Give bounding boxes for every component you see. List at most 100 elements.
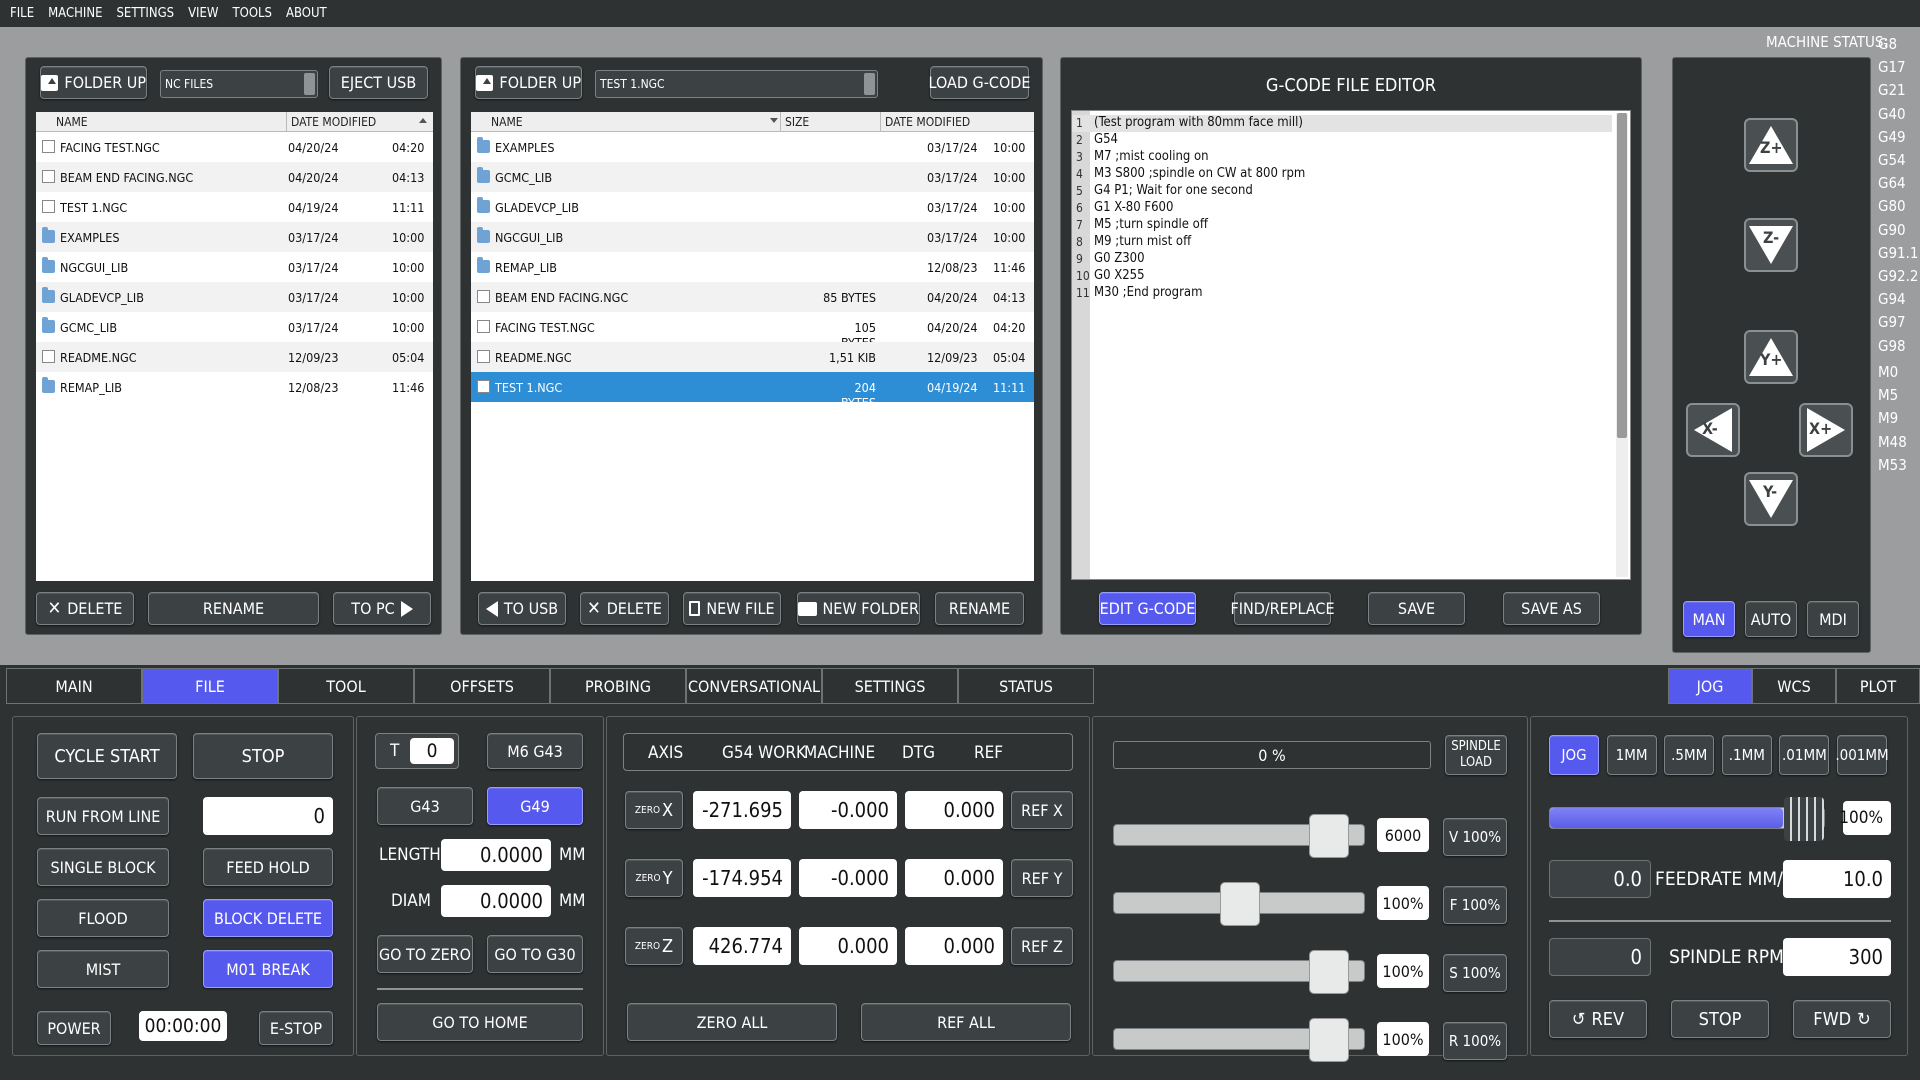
tab-status[interactable]: STATUS — [958, 668, 1094, 704]
jog-step-5-button[interactable]: .001MM — [1835, 735, 1889, 775]
file-row[interactable]: EXAMPLES 03/17/24 10:00 — [471, 132, 1034, 162]
cycle-start-button[interactable]: CYCLE START — [37, 733, 177, 779]
ref-z-button[interactable]: REF Z — [1011, 927, 1073, 965]
m6-g43-button[interactable]: M6 G43 — [487, 733, 583, 769]
right-file-list[interactable]: NAME SIZE DATE MODIFIED EXAMPLES 03/17/24… — [471, 112, 1034, 581]
zero-x-button[interactable]: ZERO X — [625, 791, 683, 829]
file-row[interactable]: GLADEVCP_LIB 03/17/24 10:00 — [36, 282, 433, 312]
save-button[interactable]: SAVE — [1368, 592, 1465, 625]
tab-probing[interactable]: PROBING — [550, 668, 686, 704]
jog-x-minus-button[interactable]: X- — [1686, 403, 1740, 457]
jog-step-3-button[interactable]: .1MM — [1721, 735, 1772, 775]
single-block-button[interactable]: SINGLE BLOCK — [37, 848, 169, 886]
zero-all-button[interactable]: ZERO ALL — [627, 1003, 837, 1041]
zero-z-button[interactable]: ZERO Z — [625, 927, 683, 965]
zero-y-button[interactable]: ZERO Y — [625, 859, 683, 897]
directory-dropdown[interactable]: NC FILES — [160, 70, 318, 98]
file-row[interactable]: README.NGC 1,51 KIB 12/09/23 05:04 — [471, 342, 1034, 372]
scrollbar[interactable] — [1616, 113, 1628, 577]
file-row[interactable]: README.NGC 12/09/23 05:04 — [36, 342, 433, 372]
file-row[interactable]: TEST 1.NGC 04/19/24 11:11 — [36, 192, 433, 222]
run-from-line-button[interactable]: RUN FROM LINE — [37, 797, 169, 835]
header-name[interactable]: NAME — [56, 115, 88, 129]
feedrate-input[interactable]: 10.0 — [1783, 860, 1891, 898]
folder-up-button-2[interactable]: FOLDER UP — [475, 66, 582, 99]
menu-settings[interactable]: SETTINGS — [117, 6, 175, 21]
jog-z-minus-button[interactable]: Z- — [1744, 218, 1798, 272]
menu-view[interactable]: VIEW — [188, 6, 218, 21]
file-row[interactable]: EXAMPLES 03/17/24 10:00 — [36, 222, 433, 252]
velocity-override-slider[interactable] — [1113, 814, 1365, 858]
to-usb-button[interactable]: TO USB — [478, 592, 566, 625]
spindle-rpm-input[interactable]: 300 — [1783, 938, 1891, 976]
file-row[interactable]: NGCGUI_LIB 03/17/24 10:00 — [471, 222, 1034, 252]
g49-button[interactable]: G49 — [487, 787, 583, 825]
tab-settings[interactable]: SETTINGS — [822, 668, 958, 704]
menu-file[interactable]: FILE — [10, 6, 34, 21]
tool-number-input[interactable]: 0 — [410, 738, 454, 764]
find-replace-button[interactable]: FIND/REPLACE — [1230, 592, 1335, 625]
to-pc-button[interactable]: TO PC — [333, 592, 431, 625]
tab-file[interactable]: FILE — [142, 668, 278, 704]
jog-step-4-button[interactable]: .01MM — [1779, 735, 1830, 775]
edit-gcode-button[interactable]: EDIT G-CODE — [1099, 592, 1196, 625]
mist-button[interactable]: MIST — [37, 950, 169, 988]
spindle-stop-button[interactable]: STOP — [1671, 1000, 1769, 1038]
file-row[interactable]: GCMC_LIB 03/17/24 10:00 — [471, 162, 1034, 192]
menu-tools[interactable]: TOOLS — [232, 6, 272, 21]
delete-button-2[interactable]: ✕ DELETE — [580, 592, 669, 625]
block-delete-button[interactable]: BLOCK DELETE — [203, 899, 333, 937]
spindle-override-slider[interactable] — [1113, 950, 1365, 994]
eject-usb-button[interactable]: EJECT USB — [329, 66, 428, 99]
file-row[interactable]: FACING TEST.NGC 04/20/24 04:20 — [36, 132, 433, 162]
go-to-g30-button[interactable]: GO TO G30 — [487, 935, 583, 973]
tab-plot[interactable]: PLOT — [1836, 668, 1920, 704]
delete-button[interactable]: ✕ DELETE — [36, 592, 134, 625]
tab-main[interactable]: MAIN — [6, 668, 142, 704]
tab-tool[interactable]: TOOL — [278, 668, 414, 704]
file-row[interactable]: GLADEVCP_LIB 03/17/24 10:00 — [471, 192, 1034, 222]
load-gcode-button[interactable]: LOAD G-CODE — [929, 66, 1030, 99]
auto-mode-button[interactable]: AUTO — [1745, 601, 1797, 637]
g43-button[interactable]: G43 — [377, 787, 473, 825]
file-row[interactable]: FACING TEST.NGC105 BYTES04/20/2404:20 — [471, 312, 1034, 350]
rename-button-2[interactable]: RENAME — [935, 592, 1024, 625]
jog-rate-slider[interactable] — [1549, 797, 1825, 841]
rename-button[interactable]: RENAME — [148, 592, 319, 625]
m01-break-button[interactable]: M01 BREAK — [203, 950, 333, 988]
folder-up-button[interactable]: FOLDER UP — [40, 66, 147, 99]
ref-all-button[interactable]: REF ALL — [861, 1003, 1071, 1041]
feed-override-slider[interactable] — [1113, 882, 1365, 926]
feed-override-reset-button[interactable]: F 100% — [1443, 886, 1507, 924]
spindle-slider-handle[interactable] — [1309, 950, 1349, 994]
header-date[interactable]: DATE MODIFIED — [286, 112, 376, 132]
file-row[interactable]: BEAM END FACING.NGC 85 BYTES 04/20/24 04:13 — [471, 282, 1034, 312]
gcode-text-area[interactable]: 1 (Test program with 80mm face mill) 2 G54 3… — [1071, 110, 1631, 580]
flood-button[interactable]: FLOOD — [37, 899, 169, 937]
tab-offsets[interactable]: OFFSETS — [414, 668, 550, 704]
file-row[interactable]: REMAP_LIB 12/08/23 11:46 — [471, 252, 1034, 282]
header-size[interactable]: SIZE — [780, 112, 809, 132]
spindle-fwd-button[interactable]: FWD ↻ — [1793, 1000, 1891, 1038]
jog-y-minus-button[interactable]: Y- — [1744, 472, 1798, 526]
man-mode-button[interactable]: MAN — [1683, 601, 1735, 637]
header-date[interactable]: DATE MODIFIED — [880, 112, 970, 132]
power-button[interactable]: POWER — [37, 1011, 111, 1045]
save-as-button[interactable]: SAVE AS — [1503, 592, 1600, 625]
run-from-line-input[interactable]: 0 — [203, 797, 333, 835]
rapid-override-slider[interactable] — [1113, 1018, 1365, 1062]
go-to-home-button[interactable]: GO TO HOME — [377, 1003, 583, 1041]
new-folder-button[interactable]: NEW FOLDER — [797, 592, 920, 625]
estop-button[interactable]: E-STOP — [259, 1011, 333, 1045]
menu-about[interactable]: ABOUT — [286, 6, 327, 21]
go-to-zero-button[interactable]: GO TO ZERO — [377, 935, 473, 973]
scrollbar-thumb[interactable] — [1617, 113, 1627, 438]
mdi-mode-button[interactable]: MDI — [1807, 601, 1859, 637]
file-dropdown[interactable]: TEST 1.NGC — [595, 70, 878, 98]
velocity-override-reset-button[interactable]: V 100% — [1443, 818, 1507, 856]
jog-step-2-button[interactable]: .5MM — [1664, 735, 1715, 775]
stop-button[interactable]: STOP — [193, 733, 333, 779]
new-file-button[interactable]: NEW FILE — [683, 592, 781, 625]
ref-y-button[interactable]: REF Y — [1011, 859, 1073, 897]
menu-machine[interactable]: MACHINE — [48, 6, 102, 21]
